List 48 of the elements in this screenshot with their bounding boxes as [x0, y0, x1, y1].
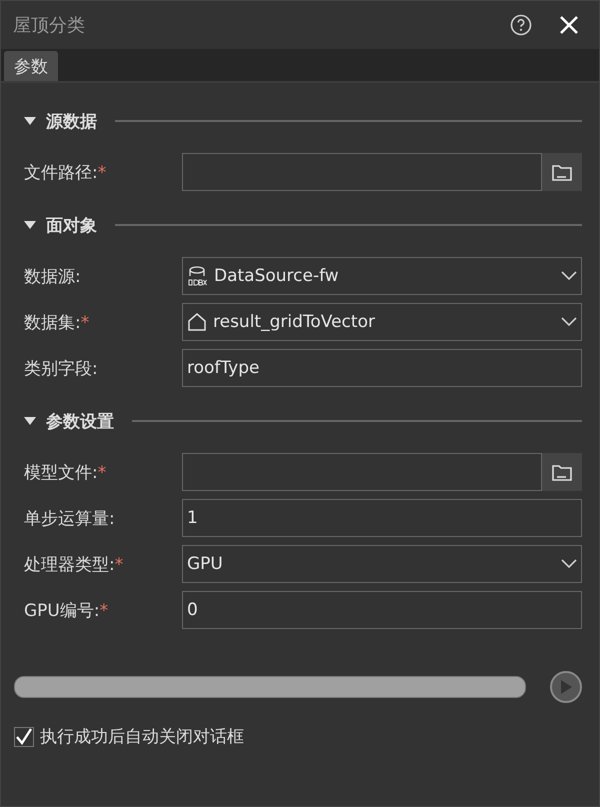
dropdown[interactable]: GPU — [182, 545, 582, 583]
section-title: 面对象 — [46, 214, 97, 236]
checkbox[interactable] — [14, 726, 34, 746]
play-icon — [560, 679, 572, 695]
browse-button[interactable] — [542, 453, 582, 491]
chevron-icon — [561, 317, 577, 327]
field-label: 类别字段: — [24, 358, 98, 378]
check-icon — [15, 728, 33, 746]
required-mark: * — [98, 162, 106, 182]
database-icon — [187, 266, 208, 286]
caret-icon[interactable] — [24, 417, 36, 425]
help-icon — [510, 14, 532, 36]
caret-icon[interactable] — [24, 221, 36, 229]
required-mark: * — [80, 312, 90, 332]
folder-icon — [551, 462, 573, 482]
field-label: 数据源: — [24, 266, 81, 286]
dropdown-value: GPU — [187, 554, 223, 574]
field-label: 模型文件: — [24, 462, 98, 482]
required-mark: * — [114, 554, 124, 574]
input-field[interactable]: 1 — [182, 499, 582, 537]
field-label: 文件路径: — [24, 162, 98, 182]
run-button[interactable] — [550, 671, 582, 703]
caret-icon[interactable] — [24, 117, 36, 125]
field-label: 处理器类型: — [24, 554, 115, 574]
window-title: 屋顶分类 — [13, 14, 86, 37]
chevron-icon — [561, 559, 577, 569]
field-label: GPU编号: — [24, 600, 100, 620]
input-field[interactable]: 0 — [182, 591, 582, 629]
dropdown[interactable]: DataSource-fw — [182, 257, 582, 295]
required-mark: * — [100, 600, 108, 620]
browse-button[interactable] — [542, 153, 582, 191]
input-field[interactable] — [182, 153, 542, 191]
required-mark: * — [98, 462, 106, 482]
dropdown[interactable]: result_gridToVector — [182, 303, 582, 341]
tab[interactable]: 参数 — [4, 51, 58, 81]
house-icon — [187, 312, 207, 332]
dropdown-value: DataSource-fw — [214, 266, 339, 286]
section-title: 参数设置 — [46, 410, 114, 432]
input-field[interactable] — [182, 453, 542, 491]
close-icon — [559, 15, 579, 35]
field-label: 数据集: — [24, 312, 81, 332]
section-title: 源数据 — [46, 110, 97, 132]
checkbox-label: 执行成功后自动关闭对话框 — [40, 726, 244, 748]
input-field[interactable]: roofType — [182, 349, 582, 387]
dropdown-value: result_gridToVector — [213, 312, 375, 332]
chevron-icon — [561, 271, 577, 281]
field-label: 单步运算量: — [24, 508, 115, 528]
folder-icon — [551, 162, 573, 182]
